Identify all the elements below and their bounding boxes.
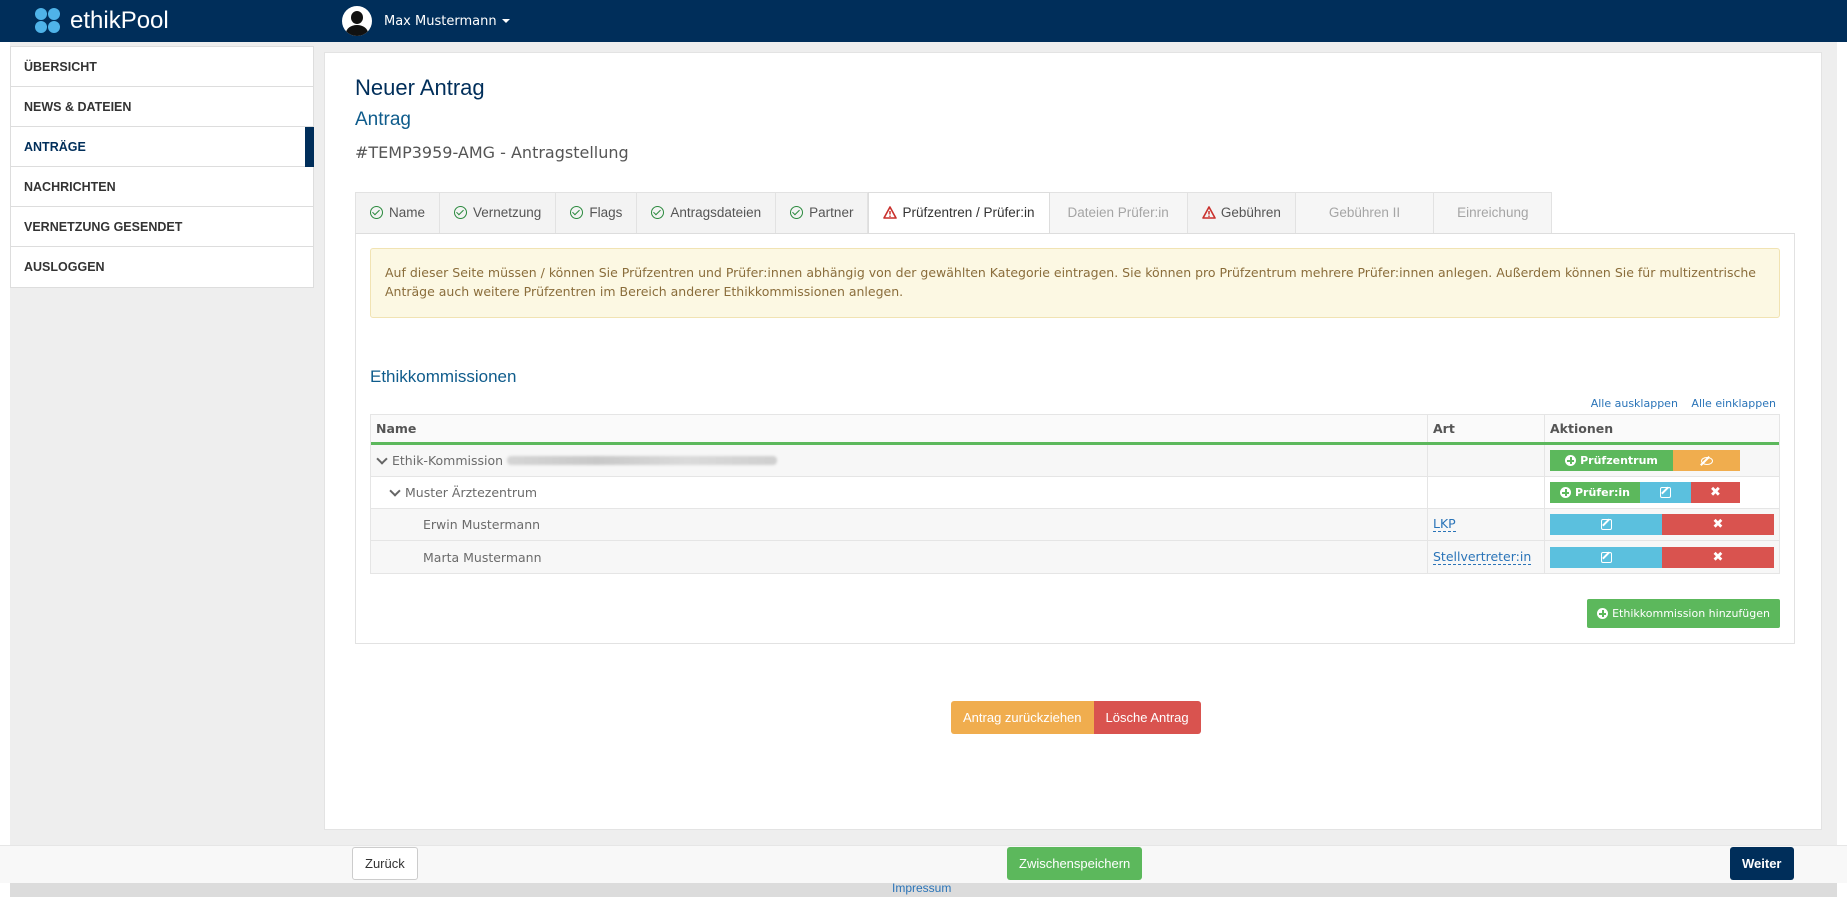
role-link[interactable]: LKP: [1433, 517, 1456, 532]
close-icon: ✖: [1712, 549, 1724, 565]
logo-icon: [34, 7, 62, 35]
check-circle-icon: [454, 206, 468, 219]
edit-button[interactable]: [1550, 514, 1662, 535]
tab-antragsdateien[interactable]: Antragsdateien: [637, 192, 777, 234]
section-title: Ethikkommissionen: [370, 367, 517, 386]
eye-slash-icon: [1700, 456, 1713, 465]
edit-button[interactable]: [1640, 482, 1691, 503]
check-circle-icon: [651, 206, 665, 219]
toggle-visibility-button[interactable]: [1673, 450, 1740, 471]
top-navbar: ethikPool Max Mustermann: [0, 0, 1847, 42]
close-icon: ✖: [1710, 485, 1721, 500]
sidebar: ÜBERSICHT NEWS & DATEIEN ANTRÄGE NACHRIC…: [10, 46, 314, 288]
person-name: Marta Mustermann: [423, 549, 542, 565]
row-art: [1428, 445, 1545, 476]
impressum-link[interactable]: Impressum: [892, 881, 951, 895]
user-menu[interactable]: Max Mustermann: [342, 6, 510, 36]
back-button[interactable]: Zurück: [352, 847, 418, 880]
app-logo[interactable]: ethikPool: [34, 6, 169, 36]
info-alert: Auf dieser Seite müssen / können Sie Prü…: [370, 248, 1780, 318]
check-circle-icon: [570, 206, 584, 219]
table-row: Erwin Mustermann LKP ✖: [371, 509, 1779, 541]
tab-partner[interactable]: Partner: [776, 192, 869, 234]
sidebar-item-nachrichten[interactable]: NACHRICHTEN: [11, 167, 313, 207]
plus-circle-icon: [1597, 608, 1609, 619]
row-art: [1428, 477, 1545, 508]
tab-name[interactable]: Name: [355, 192, 441, 234]
delete-button[interactable]: ✖: [1691, 482, 1740, 503]
warning-icon: [883, 206, 898, 219]
table-row: Muster Ärztezentrum Prüfer:in ✖: [371, 477, 1779, 509]
add-pruefer-button[interactable]: Prüfer:in: [1550, 482, 1640, 503]
check-circle-icon: [370, 206, 383, 219]
table-row: Marta Mustermann Stellvertreter:in ✖: [371, 541, 1779, 573]
sidebar-item-ausloggen[interactable]: AUSLOGGEN: [11, 247, 313, 287]
delete-button[interactable]: ✖: [1662, 546, 1774, 568]
commission-name: Ethik-Kommission: [392, 453, 504, 468]
main-content: Neuer Antrag Antrag #TEMP3959-AMG - Antr…: [324, 52, 1822, 830]
expand-collapse-links: Alle ausklappen Alle einklappen: [1581, 397, 1776, 410]
role-link[interactable]: Stellvertreter:in: [1433, 549, 1532, 565]
tab-gebuehren[interactable]: Gebühren: [1187, 192, 1296, 234]
edit-icon: [1660, 487, 1671, 498]
tab-gebuehren-ii[interactable]: Gebühren II: [1295, 192, 1435, 234]
chevron-down-icon[interactable]: [389, 484, 401, 497]
app-name: ethikPool: [70, 7, 169, 34]
column-header-name: Name: [371, 415, 1428, 442]
check-circle-icon: [790, 206, 804, 219]
warning-icon: [1202, 206, 1216, 219]
close-icon: ✖: [1712, 517, 1724, 532]
plus-circle-icon: [1560, 487, 1571, 498]
add-commission-button[interactable]: Ethikkommission hinzufügen: [1587, 599, 1780, 628]
collapse-all-link[interactable]: Alle einklappen: [1691, 397, 1776, 410]
withdraw-application-button[interactable]: Antrag zurückziehen: [951, 701, 1094, 734]
page-title: Neuer Antrag: [355, 75, 485, 100]
sidebar-item-vernetzung-gesendet[interactable]: VERNETZUNG GESENDET: [11, 207, 313, 247]
page-subtitle: Antrag: [355, 109, 411, 130]
delete-button[interactable]: ✖: [1662, 514, 1774, 535]
table-row: Ethik-Kommission Prüfzentrum: [371, 445, 1779, 477]
person-name: Erwin Mustermann: [423, 517, 541, 532]
commission-table: Name Art Aktionen Ethik-Kommission Prüfz…: [370, 414, 1780, 574]
wizard-tabs: Name Vernetzung Flags Antragsdateien Par…: [355, 192, 1553, 234]
edit-button[interactable]: [1550, 546, 1662, 568]
sidebar-item-antraege[interactable]: ANTRÄGE: [11, 127, 314, 167]
edit-icon: [1600, 519, 1612, 530]
table-header-row: Name Art Aktionen: [371, 415, 1779, 445]
add-pruefzentrum-button[interactable]: Prüfzentrum: [1550, 450, 1673, 471]
tab-einreichung[interactable]: Einreichung: [1434, 192, 1553, 234]
user-name: Max Mustermann: [384, 13, 497, 29]
sidebar-item-uebersicht[interactable]: ÜBERSICHT: [11, 47, 313, 87]
tab-pruefzentren[interactable]: Prüfzentren / Prüfer:in: [868, 192, 1050, 234]
column-header-aktionen: Aktionen: [1550, 421, 1614, 436]
application-actions: Antrag zurückziehen Lösche Antrag: [951, 701, 1201, 734]
caret-down-icon: [501, 19, 510, 23]
tab-flags[interactable]: Flags: [556, 192, 638, 234]
center-name: Muster Ärztezentrum: [405, 485, 538, 500]
tab-vernetzung[interactable]: Vernetzung: [440, 192, 557, 234]
delete-application-button[interactable]: Lösche Antrag: [1093, 701, 1201, 734]
redacted-text: [507, 456, 778, 465]
expand-all-link[interactable]: Alle ausklappen: [1591, 397, 1678, 410]
application-reference: #TEMP3959-AMG - Antragstellung: [355, 143, 629, 162]
sidebar-item-news-dateien[interactable]: NEWS & DATEIEN: [11, 87, 313, 127]
tab-dateien-pruefer[interactable]: Dateien Prüfer:in: [1049, 192, 1188, 234]
chevron-down-icon[interactable]: [376, 452, 388, 465]
next-button[interactable]: Weiter: [1730, 847, 1794, 880]
column-header-art: Art: [1428, 415, 1545, 442]
footer-bar: [0, 845, 1847, 883]
tab-panel: Auf dieser Seite müssen / können Sie Prü…: [355, 233, 1795, 644]
edit-icon: [1600, 551, 1612, 563]
save-draft-button[interactable]: Zwischenspeichern: [1007, 847, 1143, 880]
plus-circle-icon: [1565, 455, 1577, 466]
avatar: [342, 6, 372, 36]
